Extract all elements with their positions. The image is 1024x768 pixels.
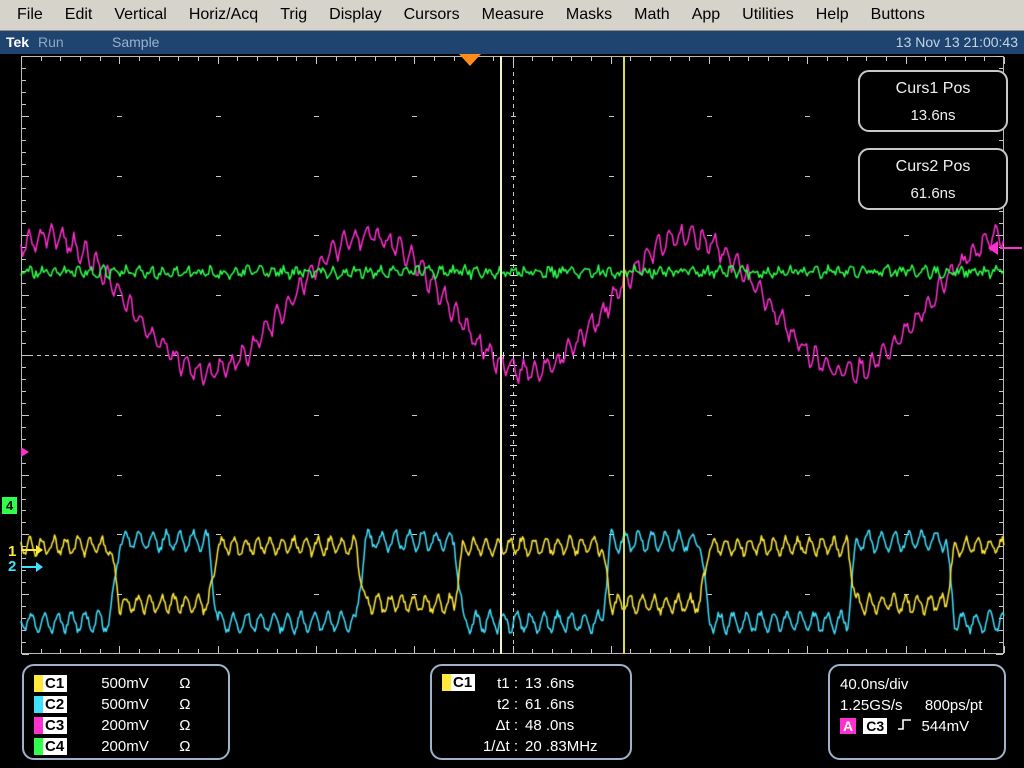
cursor-2-line[interactable] — [623, 56, 625, 654]
menu-item-cursors[interactable]: Cursors — [393, 3, 471, 27]
cursor-1-line[interactable] — [500, 56, 502, 654]
acq-mode-label[interactable]: Sample — [112, 34, 159, 50]
c1-color-swatch — [34, 675, 43, 692]
cursor-2-title: Curs2 Pos — [895, 158, 971, 175]
resolution: 800ps/pt — [924, 697, 983, 714]
acquisition-rate-row: 1.25GS/s 800ps/pt — [840, 695, 1004, 716]
c3-tag[interactable]: C3 — [43, 717, 68, 734]
menu-item-utilities[interactable]: Utilities — [731, 3, 805, 27]
menu-item-measure[interactable]: Measure — [471, 3, 555, 27]
menu-item-display[interactable]: Display — [318, 3, 392, 27]
ch3-level-arrow-icon[interactable] — [21, 447, 29, 457]
cursor-source-tag-group: C1 — [442, 674, 476, 691]
menu-item-file[interactable]: File — [6, 3, 54, 27]
measure-row-delta-t: Δt : 48 .0ns — [432, 715, 630, 736]
ch1-level-arrow-icon[interactable] — [36, 545, 43, 555]
brand-label: Tek — [6, 34, 30, 50]
cursor-1-value: 13.6ns — [910, 107, 956, 124]
one-over-delta-t-label: 1/Δt : — [482, 738, 518, 755]
trigger-label[interactable]: A — [840, 718, 857, 734]
channel-row-c3[interactable]: C3 200mV Ω — [34, 715, 228, 736]
waveform-canvas — [0, 54, 1024, 658]
oscilloscope-screen: File Edit Vertical Horiz/Acq Trig Displa… — [0, 0, 1024, 768]
channel-row-c2[interactable]: C2 500mV Ω — [34, 694, 228, 715]
trigger-position-marker-icon[interactable] — [459, 54, 481, 66]
ch2-level-arrow-icon[interactable] — [36, 562, 43, 572]
t2-label: t2 : — [497, 696, 518, 713]
ch3-right-level-pointer — [1000, 247, 1022, 249]
cursor-source-tag[interactable]: C1 — [451, 674, 476, 691]
menu-item-app[interactable]: App — [681, 3, 731, 27]
menu-item-vertical[interactable]: Vertical — [103, 3, 177, 27]
menu-item-masks[interactable]: Masks — [555, 3, 623, 27]
c3-coupling-icon: Ω — [179, 717, 191, 734]
ch1-level-marker[interactable]: 1 — [8, 544, 16, 559]
c1-tag[interactable]: C1 — [43, 675, 68, 692]
cursor-measurement-panel[interactable]: C1 t1 : 13 .6ns t2 : 61 .6ns Δt : 48 .0n… — [430, 664, 632, 760]
menu-item-buttons[interactable]: Buttons — [860, 3, 936, 27]
c4-tag[interactable]: C4 — [43, 738, 68, 755]
channel-row-c1[interactable]: C1 500mV Ω — [34, 673, 228, 694]
time-per-div: 40.0ns/div — [840, 676, 909, 693]
c4-coupling-icon: Ω — [179, 738, 191, 755]
ch4-level-marker[interactable]: 4 — [2, 497, 18, 514]
c1-scale: 500mV — [101, 675, 149, 692]
run-state-label[interactable]: Run — [38, 34, 64, 50]
c2-color-swatch — [34, 696, 43, 713]
c3-scale: 200mV — [101, 717, 149, 734]
menu-item-math[interactable]: Math — [623, 3, 681, 27]
cursor-1-readout-box[interactable]: Curs1 Pos 13.6ns — [858, 70, 1008, 132]
c4-color-swatch — [34, 738, 43, 755]
delta-t-label: Δt : — [495, 717, 518, 734]
menu-item-horiz-acq[interactable]: Horiz/Acq — [178, 3, 269, 27]
bottom-readout-bar: C1 500mV Ω C2 500mV Ω C3 200mV Ω C4 200m… — [0, 658, 1024, 768]
c3-color-swatch — [34, 717, 43, 734]
c1-coupling-icon: Ω — [179, 675, 191, 692]
trigger-row[interactable]: A C3 544mV — [840, 716, 1004, 737]
trigger-source[interactable]: C3 — [863, 718, 888, 734]
delta-t-value: 48 .0ns — [525, 717, 575, 734]
channel-settings-panel[interactable]: C1 500mV Ω C2 500mV Ω C3 200mV Ω C4 200m… — [22, 664, 230, 760]
c2-coupling-icon: Ω — [179, 696, 191, 713]
menu-item-trig[interactable]: Trig — [269, 3, 318, 27]
channel-row-c4[interactable]: C4 200mV Ω — [34, 736, 228, 757]
menu-item-help[interactable]: Help — [805, 3, 860, 27]
status-bar: Tek Run Sample 13 Nov 13 21:00:43 — [0, 31, 1024, 54]
rising-edge-icon — [897, 716, 912, 737]
sample-rate: 1.25GS/s — [840, 697, 903, 714]
one-over-delta-t-value: 20 .83MHz — [525, 738, 598, 755]
cursor-1-title: Curs1 Pos — [895, 80, 971, 97]
timebase-trigger-panel[interactable]: 40.0ns/div 1.25GS/s 800ps/pt A C3 544mV — [828, 664, 1006, 760]
t2-value: 61 .6ns — [525, 696, 575, 713]
ch2-level-pointer — [21, 566, 37, 568]
ch1-level-pointer — [21, 549, 37, 551]
waveform-display-area[interactable]: 4 1 2 Curs1 Pos 13.6ns Curs2 Pos 61.6ns — [0, 54, 1024, 658]
c2-tag[interactable]: C2 — [43, 696, 68, 713]
ch3-right-level-arrow-icon[interactable] — [988, 241, 998, 255]
measure-row-t2: t2 : 61 .6ns — [432, 694, 630, 715]
c4-scale: 200mV — [101, 738, 149, 755]
t1-value: 13 .6ns — [525, 675, 575, 692]
cursor-2-readout-box[interactable]: Curs2 Pos 61.6ns — [858, 148, 1008, 210]
datetime-label: 13 Nov 13 21:00:43 — [895, 34, 1018, 50]
trigger-level: 544mV — [921, 718, 970, 735]
cursor-source-swatch — [442, 674, 451, 691]
measure-row-one-over-delta-t: 1/Δt : 20 .83MHz — [432, 736, 630, 757]
cursor-2-value: 61.6ns — [910, 185, 956, 202]
menu-item-edit[interactable]: Edit — [54, 3, 104, 27]
menu-bar: File Edit Vertical Horiz/Acq Trig Displa… — [0, 0, 1024, 31]
c2-scale: 500mV — [101, 696, 149, 713]
ch2-level-marker[interactable]: 2 — [8, 559, 16, 574]
